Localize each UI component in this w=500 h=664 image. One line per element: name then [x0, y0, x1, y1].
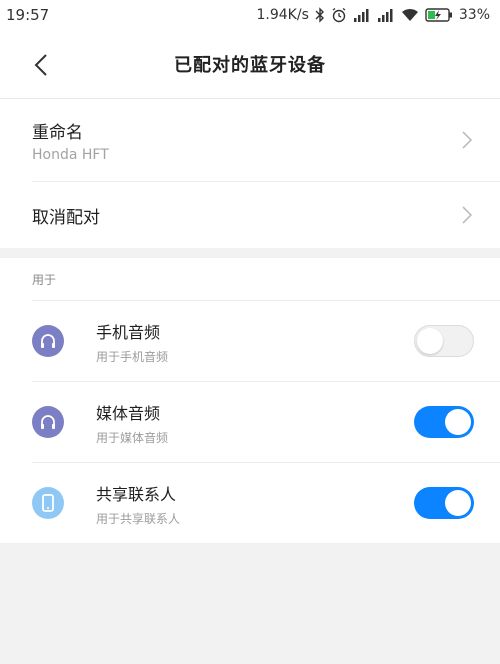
signal-icon-2 [377, 8, 395, 22]
usage-section: 用于 手机音频 用于手机音频 媒体音频 用于媒体音频 共享联系人 用于共享联系人 [0, 258, 500, 543]
chevron-right-icon [462, 131, 472, 149]
item-title: 共享联系人 [96, 485, 177, 504]
toggle-knob [445, 490, 471, 516]
wifi-icon [401, 8, 419, 22]
share-contacts-toggle[interactable] [414, 487, 474, 519]
item-text: 共享联系人 用于共享联系人 [96, 481, 180, 527]
battery-icon [425, 8, 453, 22]
status-icons: 1.94K/s 33% [257, 7, 491, 23]
network-speed: 1.94K/s [256, 7, 309, 23]
section-gap [0, 248, 500, 258]
rename-label: 重命名 [32, 122, 83, 143]
list-item-media-audio[interactable]: 媒体音频 用于媒体音频 [0, 382, 500, 462]
rename-row[interactable]: 重命名 Honda HFT [0, 99, 500, 181]
chevron-left-icon [34, 54, 47, 76]
headphones-icon [32, 406, 64, 438]
list-item-phone-audio[interactable]: 手机音频 用于手机音频 [0, 301, 500, 381]
toggle-knob [445, 409, 471, 435]
unpair-label: 取消配对 [32, 207, 100, 228]
section-header: 用于 [0, 258, 500, 300]
list-item-share-contacts[interactable]: 共享联系人 用于共享联系人 [0, 463, 500, 543]
item-text: 手机音频 用于手机音频 [96, 319, 168, 365]
device-name: Honda HFT [32, 146, 109, 163]
toggle-knob [417, 328, 443, 354]
status-bar: 19:57 1.94K/s 33% [0, 0, 500, 30]
back-button[interactable] [26, 50, 56, 80]
bluetooth-icon [315, 7, 325, 23]
unpair-row[interactable]: 取消配对 [0, 182, 500, 248]
item-text: 媒体音频 用于媒体音频 [96, 400, 168, 446]
item-title: 媒体音频 [96, 404, 161, 423]
device-actions: 重命名 Honda HFT 取消配对 [0, 99, 500, 248]
alarm-icon [331, 7, 347, 23]
phone-audio-toggle[interactable] [414, 325, 474, 357]
phone-icon [32, 487, 64, 519]
battery-percent: 33% [458, 7, 490, 23]
header: 已配对的蓝牙设备 [0, 30, 500, 99]
chevron-right-icon [462, 206, 472, 224]
signal-icon-1 [353, 8, 371, 22]
media-audio-toggle[interactable] [414, 406, 474, 438]
item-subtitle: 用于共享联系人 [96, 512, 181, 526]
item-subtitle: 用于手机音频 [96, 350, 169, 364]
item-subtitle: 用于媒体音频 [96, 431, 169, 445]
status-time: 19:57 [6, 6, 50, 24]
headphones-icon [32, 325, 64, 357]
item-title: 手机音频 [96, 323, 161, 342]
page-title: 已配对的蓝牙设备 [174, 55, 326, 76]
